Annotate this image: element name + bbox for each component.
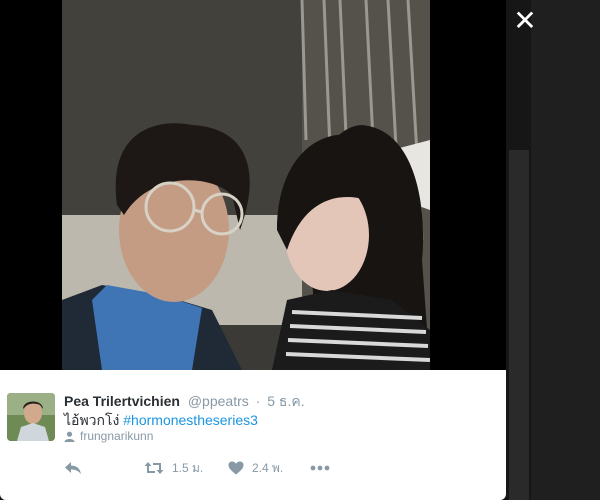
separator: ·: [255, 393, 261, 409]
background-panel: [509, 150, 529, 500]
tweet-photo[interactable]: [62, 0, 430, 370]
tagged-user[interactable]: frungnarikunn: [64, 429, 153, 443]
close-button[interactable]: ✕: [510, 6, 540, 36]
person-icon: [64, 431, 75, 442]
more-button[interactable]: [310, 465, 330, 471]
reply-icon: [64, 461, 82, 475]
avatar-image: [7, 393, 55, 441]
selfie-image: [62, 0, 430, 370]
heart-icon: [228, 461, 244, 475]
hashtag-link[interactable]: #hormonestheseries3: [123, 412, 258, 428]
retweet-button[interactable]: 1.5 ม.: [144, 459, 228, 478]
reply-button[interactable]: [64, 461, 144, 475]
user-handle[interactable]: @ppeatrs: [188, 393, 249, 409]
close-icon: ✕: [513, 5, 537, 36]
tagged-user-name: frungnarikunn: [80, 429, 154, 443]
tweet-text-plain: ไอ้พวกโง่: [64, 412, 124, 428]
user-fullname[interactable]: Pea Trilertvichien: [64, 393, 180, 409]
tweet-timestamp[interactable]: 5 ธ.ค.: [267, 393, 304, 409]
retweet-count: 1.5 ม.: [172, 460, 204, 475]
more-icon: [310, 465, 330, 471]
retweet-icon: [144, 461, 164, 475]
like-count: 2.4 พ.: [252, 460, 284, 475]
avatar[interactable]: [7, 393, 55, 441]
tweet-details: Pea Trilertvichien @ppeatrs · 5 ธ.ค. ไอ้…: [0, 370, 506, 500]
tweet-actions: 1.5 ม. 2.4 พ.: [64, 458, 330, 478]
media-modal: Pea Trilertvichien @ppeatrs · 5 ธ.ค. ไอ้…: [0, 0, 506, 500]
media-container: [0, 0, 506, 370]
like-button[interactable]: 2.4 พ.: [228, 459, 310, 478]
background-page: [531, 0, 600, 500]
